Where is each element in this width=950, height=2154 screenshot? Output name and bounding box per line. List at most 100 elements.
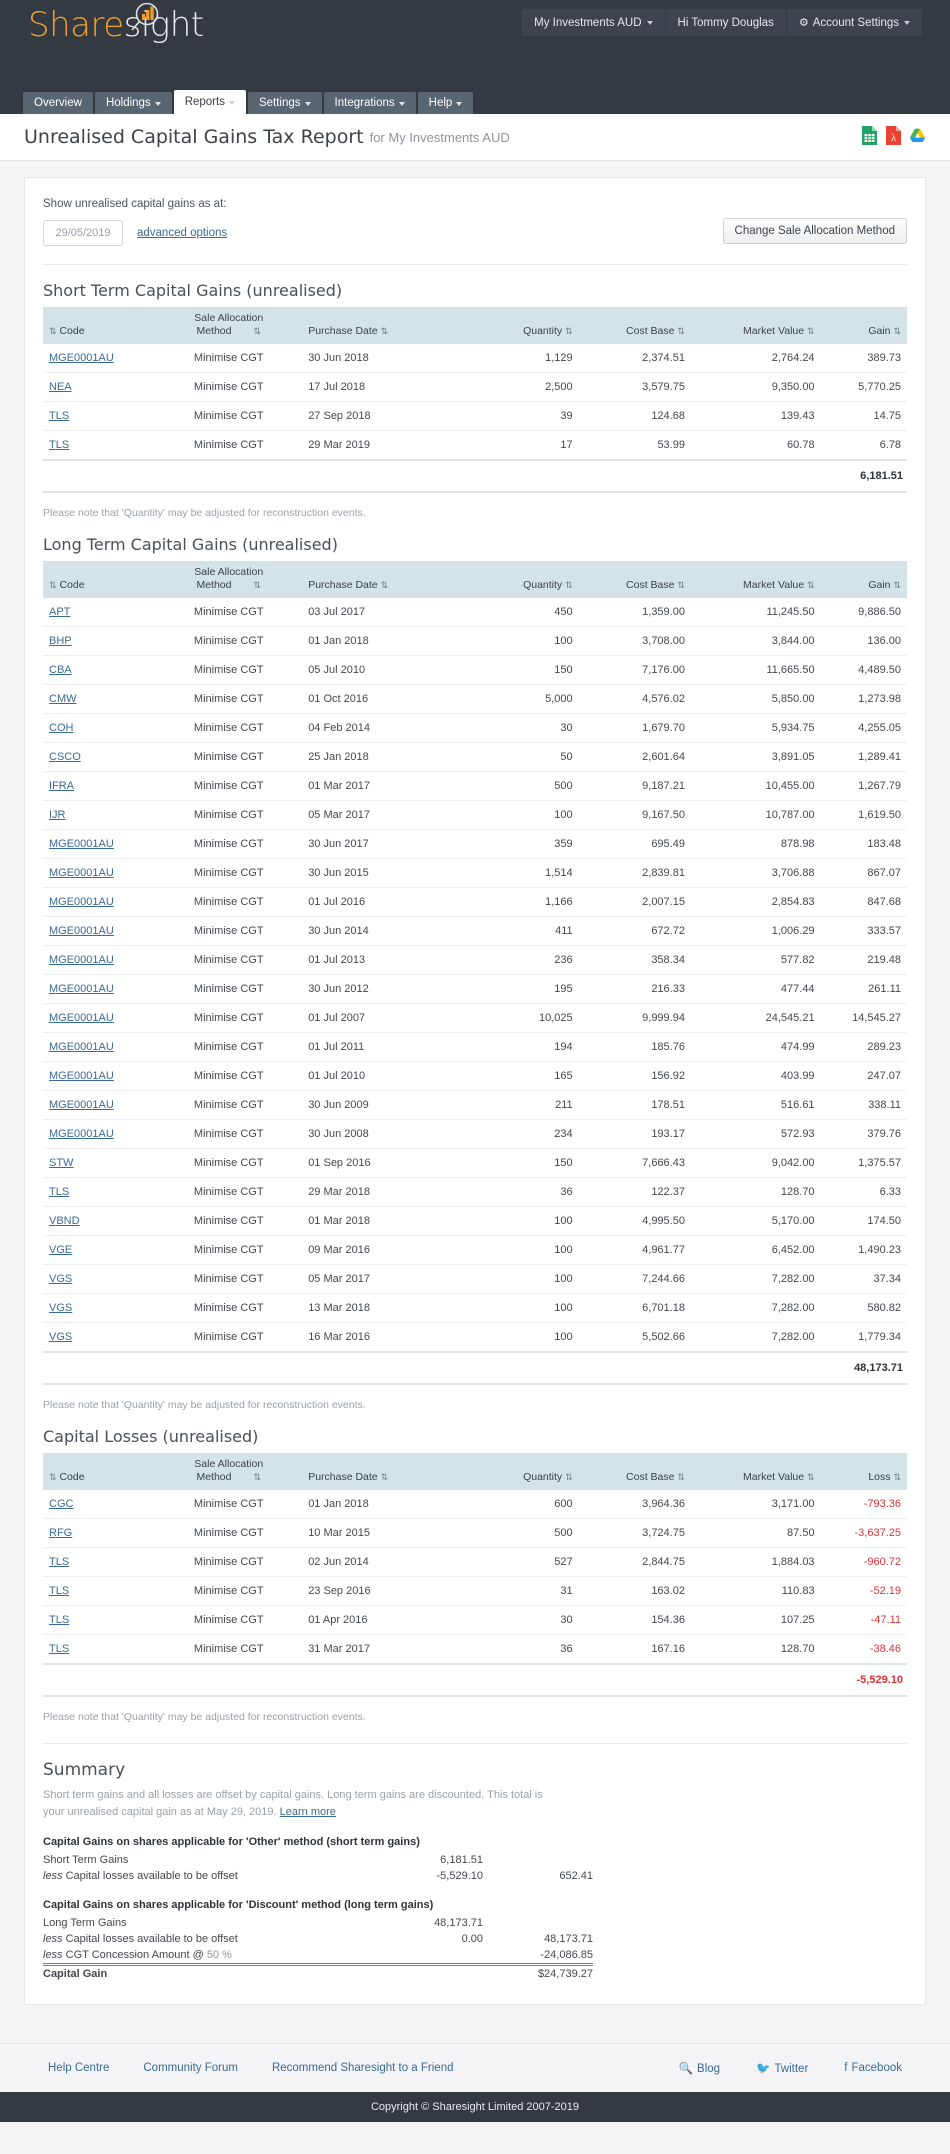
instrument-code-link[interactable]: NEA xyxy=(49,381,72,393)
col-header-quantity[interactable]: Quantity ⇅ xyxy=(475,561,579,598)
pdf-export-icon[interactable]: λ xyxy=(885,125,902,146)
instrument-code-link[interactable]: TLS xyxy=(49,1643,69,1655)
footer-link-recommend[interactable]: Recommend Sharesight to a Friend xyxy=(272,2062,454,2074)
instrument-code-link[interactable]: APT xyxy=(49,606,70,618)
as-at-date-input[interactable]: 29/05/2019 xyxy=(43,220,123,246)
cell-code[interactable]: COH xyxy=(43,714,155,743)
google-drive-export-icon[interactable] xyxy=(909,125,926,146)
col-header-market-value[interactable]: Market Value ⇅ xyxy=(691,561,821,598)
instrument-code-link[interactable]: VGS xyxy=(49,1302,72,1314)
cell-code[interactable]: MGE0001AU xyxy=(43,1062,155,1091)
cell-code[interactable]: TLS xyxy=(43,402,155,431)
cell-code[interactable]: MGE0001AU xyxy=(43,917,155,946)
instrument-code-link[interactable]: IFRA xyxy=(49,780,74,792)
col-header-code[interactable]: ⇅ Code xyxy=(43,1453,155,1490)
nav-tab-reports[interactable]: Reports xyxy=(174,90,246,114)
cell-code[interactable]: MGE0001AU xyxy=(43,344,155,373)
cell-code[interactable]: VBND xyxy=(43,1207,155,1236)
cell-code[interactable]: IJR xyxy=(43,801,155,830)
cell-code[interactable]: CMW xyxy=(43,685,155,714)
cell-code[interactable]: TLS xyxy=(43,1548,155,1577)
cell-code[interactable]: TLS xyxy=(43,1178,155,1207)
col-header-cost-base[interactable]: Cost Base ⇅ xyxy=(579,307,691,344)
instrument-code-link[interactable]: MGE0001AU xyxy=(49,352,114,364)
excel-export-icon[interactable] xyxy=(861,125,878,146)
cell-code[interactable]: TLS xyxy=(43,1577,155,1606)
col-header-code[interactable]: ⇅ Code xyxy=(43,561,155,598)
instrument-code-link[interactable]: VBND xyxy=(49,1215,80,1227)
col-header-quantity[interactable]: Quantity ⇅ xyxy=(475,307,579,344)
col-header-purchase-date[interactable]: Purchase Date ⇅ xyxy=(302,561,475,598)
instrument-code-link[interactable]: MGE0001AU xyxy=(49,925,114,937)
instrument-code-link[interactable]: RFG xyxy=(49,1527,72,1539)
cell-code[interactable]: CBA xyxy=(43,656,155,685)
instrument-code-link[interactable]: MGE0001AU xyxy=(49,867,114,879)
instrument-code-link[interactable]: TLS xyxy=(49,1614,69,1626)
sharesight-logo[interactable]: Sharesight xyxy=(28,8,204,42)
portfolio-selector[interactable]: My Investments AUD xyxy=(522,9,665,36)
cell-code[interactable]: APT xyxy=(43,598,155,627)
cell-code[interactable]: IFRA xyxy=(43,772,155,801)
col-header-purchase-date[interactable]: Purchase Date ⇅ xyxy=(302,1453,475,1490)
col-header-method[interactable]: Sale Allocation Method⇅ xyxy=(155,1453,302,1490)
col-header-purchase-date[interactable]: Purchase Date ⇅ xyxy=(302,307,475,344)
cell-code[interactable]: MGE0001AU xyxy=(43,888,155,917)
account-settings-button[interactable]: ⚙ Account Settings xyxy=(787,9,922,36)
footer-link-twitter[interactable]: 🐦Twitter xyxy=(756,2061,808,2075)
cell-code[interactable]: TLS xyxy=(43,1635,155,1665)
instrument-code-link[interactable]: COH xyxy=(49,722,73,734)
instrument-code-link[interactable]: TLS xyxy=(49,410,69,422)
nav-tab-holdings[interactable]: Holdings xyxy=(95,92,172,114)
instrument-code-link[interactable]: MGE0001AU xyxy=(49,1070,114,1082)
instrument-code-link[interactable]: MGE0001AU xyxy=(49,1012,114,1024)
cell-code[interactable]: VGS xyxy=(43,1294,155,1323)
cell-code[interactable]: RFG xyxy=(43,1519,155,1548)
nav-tab-overview[interactable]: Overview xyxy=(23,92,93,114)
cell-code[interactable]: MGE0001AU xyxy=(43,1004,155,1033)
instrument-code-link[interactable]: IJR xyxy=(49,809,66,821)
footer-link-community-forum[interactable]: Community Forum xyxy=(143,2062,238,2074)
cell-code[interactable]: TLS xyxy=(43,1606,155,1635)
instrument-code-link[interactable]: MGE0001AU xyxy=(49,838,114,850)
instrument-code-link[interactable]: MGE0001AU xyxy=(49,983,114,995)
cell-code[interactable]: CSCO xyxy=(43,743,155,772)
nav-tab-integrations[interactable]: Integrations xyxy=(324,92,416,114)
change-sale-allocation-method-button[interactable]: Change Sale Allocation Method xyxy=(723,218,907,244)
instrument-code-link[interactable]: CSCO xyxy=(49,751,81,763)
instrument-code-link[interactable]: STW xyxy=(49,1157,73,1169)
col-header-method[interactable]: Sale Allocation Method⇅ xyxy=(155,307,302,344)
cell-code[interactable]: MGE0001AU xyxy=(43,1120,155,1149)
instrument-code-link[interactable]: CGC xyxy=(49,1498,73,1510)
instrument-code-link[interactable]: MGE0001AU xyxy=(49,896,114,908)
nav-tab-settings[interactable]: Settings xyxy=(248,92,322,114)
instrument-code-link[interactable]: BHP xyxy=(49,635,72,647)
cell-code[interactable]: MGE0001AU xyxy=(43,1033,155,1062)
learn-more-link[interactable]: Learn more xyxy=(280,1806,336,1818)
instrument-code-link[interactable]: TLS xyxy=(49,1186,69,1198)
cell-code[interactable]: MGE0001AU xyxy=(43,975,155,1004)
instrument-code-link[interactable]: TLS xyxy=(49,1556,69,1568)
instrument-code-link[interactable]: VGE xyxy=(49,1244,72,1256)
footer-link-blog[interactable]: 🔍Blog xyxy=(679,2061,720,2075)
user-greeting[interactable]: Hi Tommy Douglas xyxy=(666,9,787,36)
footer-link-help-centre[interactable]: Help Centre xyxy=(48,2062,109,2074)
nav-tab-help[interactable]: Help xyxy=(418,92,474,114)
instrument-code-link[interactable]: MGE0001AU xyxy=(49,1099,114,1111)
cell-code[interactable]: VGE xyxy=(43,1236,155,1265)
instrument-code-link[interactable]: MGE0001AU xyxy=(49,954,114,966)
col-header-gain[interactable]: Gain ⇅ xyxy=(821,307,907,344)
col-header-cost-base[interactable]: Cost Base ⇅ xyxy=(579,561,691,598)
instrument-code-link[interactable]: CBA xyxy=(49,664,72,676)
instrument-code-link[interactable]: TLS xyxy=(49,1585,69,1597)
cell-code[interactable]: STW xyxy=(43,1149,155,1178)
cell-code[interactable]: MGE0001AU xyxy=(43,859,155,888)
col-header-code[interactable]: ⇅ Code xyxy=(43,307,155,344)
instrument-code-link[interactable]: MGE0001AU xyxy=(49,1041,114,1053)
footer-link-facebook[interactable]: fFacebook xyxy=(844,2062,902,2074)
cell-code[interactable]: TLS xyxy=(43,431,155,461)
cell-code[interactable]: MGE0001AU xyxy=(43,946,155,975)
instrument-code-link[interactable]: CMW xyxy=(49,693,77,705)
col-header-gain[interactable]: Gain ⇅ xyxy=(821,561,907,598)
col-header-loss[interactable]: Loss ⇅ xyxy=(821,1453,907,1490)
instrument-code-link[interactable]: VGS xyxy=(49,1273,72,1285)
